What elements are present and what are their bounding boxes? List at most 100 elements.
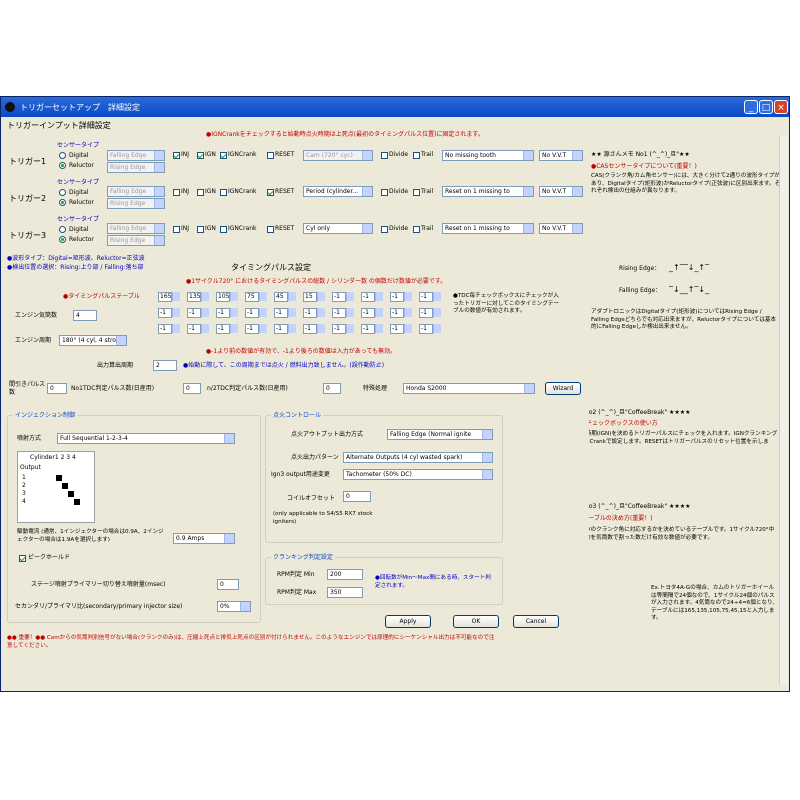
timing-cell-spinner[interactable] xyxy=(375,308,383,317)
trigger-3-inj-checkbox[interactable] xyxy=(173,226,180,233)
ok-button[interactable]: OK xyxy=(453,615,499,628)
help-scrollbar[interactable] xyxy=(779,137,788,685)
apply-button[interactable]: Apply xyxy=(385,615,431,628)
timing-cell-spinner[interactable] xyxy=(259,324,267,333)
trigger-2-digital-radio[interactable] xyxy=(59,189,66,196)
timing-cell-spinner[interactable] xyxy=(404,324,412,333)
trigger-3-edge2-select[interactable]: Rising Edge xyxy=(107,235,165,246)
timing-cell-spinner[interactable] xyxy=(201,324,209,333)
trigger-2-trail-checkbox[interactable] xyxy=(413,189,420,196)
ign3-select[interactable]: Tachometer (50% DC) xyxy=(343,469,493,480)
timing-cell-spinner[interactable] xyxy=(172,324,180,333)
special-select[interactable]: Honda S2000 xyxy=(403,383,535,394)
cancel-button[interactable]: Cancel xyxy=(513,615,559,628)
timing-cell[interactable]: -1 xyxy=(332,292,346,302)
ratio-select[interactable]: 0% xyxy=(217,601,251,612)
timing-cell-spinner[interactable] xyxy=(172,292,180,301)
timing-cell[interactable]: -1 xyxy=(187,324,201,334)
timing-cell[interactable]: 135 xyxy=(187,292,201,302)
trigger-3-ign-checkbox[interactable] xyxy=(197,226,204,233)
trigger-3-mode-select[interactable]: Cyl only xyxy=(303,223,373,234)
trigger-2-divide-checkbox[interactable] xyxy=(381,189,388,196)
timing-cell-spinner[interactable] xyxy=(433,324,441,333)
trigger-1-reset-checkbox[interactable] xyxy=(267,152,274,159)
trigger-3-vvt-select[interactable]: No V.V.T xyxy=(539,223,583,234)
timing-cell[interactable]: -1 xyxy=(390,308,404,318)
trigger-1-ign-checkbox[interactable] xyxy=(197,152,204,159)
timing-cell[interactable]: -1 xyxy=(245,324,259,334)
trigger-1-inj-checkbox[interactable] xyxy=(173,152,180,159)
timing-cell[interactable]: -1 xyxy=(332,308,346,318)
timing-cell[interactable]: -1 xyxy=(158,308,172,318)
timing-cell[interactable]: -1 xyxy=(419,308,433,318)
stage-input[interactable]: 0 xyxy=(217,579,239,590)
timing-cell[interactable]: -1 xyxy=(187,308,201,318)
timing-cell-spinner[interactable] xyxy=(230,308,238,317)
timing-cell-spinner[interactable] xyxy=(317,292,325,301)
trigger-1-edge-select[interactable]: Falling Edge xyxy=(107,150,165,161)
coil-offset-input[interactable]: 0 xyxy=(343,491,371,502)
timing-cell-spinner[interactable] xyxy=(433,292,441,301)
timing-cell-spinner[interactable] xyxy=(172,308,180,317)
trigger-2-reset-checkbox[interactable] xyxy=(267,189,274,196)
timing-cell[interactable]: -1 xyxy=(332,324,346,334)
timing-cell[interactable]: -1 xyxy=(158,324,172,334)
trigger-2-edge2-select[interactable]: Rising Edge xyxy=(107,198,165,209)
timing-cell[interactable]: 75 xyxy=(245,292,259,302)
trigger-1-trail-checkbox[interactable] xyxy=(413,152,420,159)
timing-cell-spinner[interactable] xyxy=(288,292,296,301)
timing-cell-spinner[interactable] xyxy=(230,324,238,333)
no1-tdc-input[interactable]: 0 xyxy=(183,383,201,394)
trigger-3-reluctor-radio[interactable] xyxy=(59,236,66,243)
ign-pattern-select[interactable]: Alternate Outputs (4 cyl wasted spark) xyxy=(343,452,493,463)
timing-cell-spinner[interactable] xyxy=(317,308,325,317)
timing-cell[interactable]: 165 xyxy=(158,292,172,302)
timing-cell[interactable]: -1 xyxy=(390,324,404,334)
trigger-1-reluctor-radio[interactable] xyxy=(59,162,66,169)
timing-cell[interactable]: -1 xyxy=(216,308,230,318)
timing-cell-spinner[interactable] xyxy=(404,292,412,301)
timing-cell[interactable]: -1 xyxy=(419,324,433,334)
drive-current-select[interactable]: 0.9 Amps xyxy=(173,533,235,544)
trigger-1-mode-select[interactable]: Cam (720° cyc) xyxy=(303,150,373,161)
trigger-1-digital-radio[interactable] xyxy=(59,152,66,159)
ign-output-select[interactable]: Falling Edge (Normal ignite xyxy=(387,429,493,440)
trigger-1-vvt-select[interactable]: No V.V.T xyxy=(539,150,583,161)
timing-cell[interactable]: 15 xyxy=(303,292,317,302)
trigger-1-missing-select[interactable]: No missing tooth xyxy=(442,150,534,161)
timing-cell[interactable]: 105 xyxy=(216,292,230,302)
timing-cell-spinner[interactable] xyxy=(346,308,354,317)
trigger-3-missing-select[interactable]: Reset on 1 missing to xyxy=(442,223,534,234)
timing-cell[interactable]: -1 xyxy=(303,308,317,318)
timing-cell-spinner[interactable] xyxy=(259,292,267,301)
timing-cell-spinner[interactable] xyxy=(375,292,383,301)
timing-cell[interactable]: -1 xyxy=(361,324,375,334)
timing-cell[interactable]: -1 xyxy=(303,324,317,334)
timing-cell-spinner[interactable] xyxy=(201,292,209,301)
timing-cell-spinner[interactable] xyxy=(346,324,354,333)
timing-cell-spinner[interactable] xyxy=(375,324,383,333)
trigger-2-edge-select[interactable]: Falling Edge xyxy=(107,186,165,197)
timing-cell[interactable]: -1 xyxy=(216,324,230,334)
trigger-3-trail-checkbox[interactable] xyxy=(413,226,420,233)
close-button[interactable]: × xyxy=(774,100,788,114)
timing-cell[interactable]: -1 xyxy=(361,308,375,318)
timing-cell[interactable]: -1 xyxy=(390,292,404,302)
trigger-2-ign-checkbox[interactable] xyxy=(197,189,204,196)
timing-cell[interactable]: -1 xyxy=(361,292,375,302)
timing-cell[interactable]: -1 xyxy=(274,308,288,318)
trigger-2-inj-checkbox[interactable] xyxy=(173,189,180,196)
timing-cell-spinner[interactable] xyxy=(288,308,296,317)
wizard-button[interactable]: Wizard xyxy=(545,382,581,395)
cycle-select[interactable]: 180° (4 cyl, 4 stro xyxy=(59,335,127,346)
timing-cell[interactable]: -1 xyxy=(274,324,288,334)
timing-cell[interactable]: -1 xyxy=(419,292,433,302)
timing-cell-spinner[interactable] xyxy=(259,308,267,317)
trigger-3-reset-checkbox[interactable] xyxy=(267,226,274,233)
trigger-3-digital-radio[interactable] xyxy=(59,226,66,233)
n2-tdc-input[interactable]: 0 xyxy=(323,383,341,394)
timing-cell-spinner[interactable] xyxy=(201,308,209,317)
trigger-3-edge-select[interactable]: Falling Edge xyxy=(107,223,165,234)
timing-cell-spinner[interactable] xyxy=(230,292,238,301)
trigger-1-divide-checkbox[interactable] xyxy=(381,152,388,159)
